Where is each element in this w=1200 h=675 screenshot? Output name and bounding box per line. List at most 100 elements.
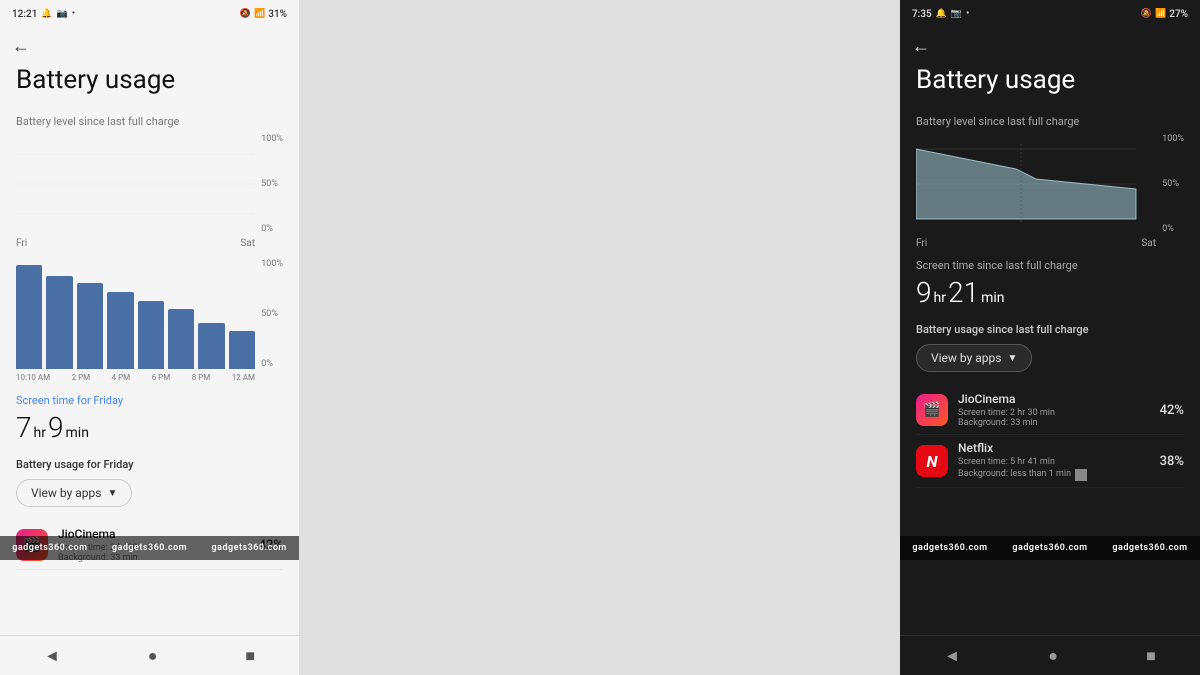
status-bar-left: 12:21 🔔 📷 • 🔕 📶 31% bbox=[0, 0, 299, 28]
app-info-netflix-right: Netflix Screen time: 5 hr 41 min Backgro… bbox=[958, 441, 1160, 481]
battery-level-label-right: Battery level since last full charge bbox=[916, 115, 1184, 128]
instagram-icon: 📷 bbox=[57, 9, 68, 19]
screen-hours-right: 9 bbox=[916, 276, 932, 309]
screen-minutes-left: 9 bbox=[48, 411, 64, 444]
left-phone-content: Battery usage Battery level since last f… bbox=[0, 65, 299, 570]
line-chart-svg-right bbox=[916, 134, 1156, 234]
view-by-apps-label-left: View by apps bbox=[31, 486, 101, 500]
bar-2 bbox=[46, 276, 72, 370]
watermark-text-left2: gadgets360.com bbox=[112, 543, 187, 553]
time-right: 7:35 bbox=[912, 9, 932, 20]
jioCinema-icon-right: 🎬 bbox=[916, 394, 948, 426]
screen-hr-unit-left: hr bbox=[34, 425, 46, 441]
left-phone: 12:21 🔔 📷 • 🔕 📶 31% ← Battery usage Batt… bbox=[0, 0, 300, 675]
screen-hr-unit-right: hr bbox=[934, 290, 946, 306]
notification-icon: 🔔 bbox=[41, 9, 52, 19]
battery-usage-label-right: Battery usage since last full charge bbox=[916, 323, 1184, 336]
nav-bar-right: ◄ ● ■ bbox=[900, 635, 1200, 675]
back-button-right[interactable]: ← bbox=[900, 28, 1200, 65]
back-nav-icon[interactable]: ◄ bbox=[44, 646, 60, 666]
screen-time-label-left: Screen time for Friday bbox=[16, 394, 283, 407]
page-title-right: Battery usage bbox=[916, 65, 1184, 95]
screen-time-label-right: Screen time since last full charge bbox=[916, 259, 1184, 272]
watermark-text-left: gadgets360.com bbox=[12, 543, 87, 553]
bar-7 bbox=[198, 323, 224, 369]
app-info-jioCinema-right: JioCinema Screen time: 2 hr 30 min Backg… bbox=[958, 392, 1160, 428]
wifi-icon: 📶 bbox=[254, 9, 265, 19]
bar-5 bbox=[138, 301, 164, 369]
day-labels-right: Fri Sat bbox=[916, 238, 1184, 249]
mute-icon: 🔕 bbox=[240, 9, 251, 19]
dropdown-arrow-right: ▼ bbox=[1007, 353, 1017, 364]
screen-min-unit-left: min bbox=[66, 425, 89, 441]
back-button-left[interactable]: ← bbox=[0, 28, 299, 65]
line-chart-svg-left bbox=[16, 134, 255, 234]
right-phone: 7:35 🔔 📷 • 🔕 📶 27% ← Battery usage Batte… bbox=[900, 0, 1200, 675]
more-icon: • bbox=[72, 9, 75, 19]
mute-icon-right: 🔕 bbox=[1141, 9, 1152, 19]
app-detail1-jioCinema-right: Screen time: 2 hr 30 min bbox=[958, 408, 1160, 418]
app-item-jioCinema-right: 🎬 JioCinema Screen time: 2 hr 30 min Bac… bbox=[916, 386, 1184, 435]
screen-minutes-right: 21 bbox=[948, 276, 979, 309]
page-title-left: Battery usage bbox=[16, 65, 283, 95]
time-labels-left: 10:10 AM 2 PM 4 PM 6 PM 8 PM 12 AM bbox=[16, 373, 283, 382]
app-detail2-netflix-right: Background: less than 1 min bbox=[958, 467, 1160, 481]
chart-inner-right bbox=[916, 134, 1156, 234]
app-name-netflix-right: Netflix bbox=[958, 441, 1160, 455]
watermark-text-right3: gadgets360.com bbox=[1112, 543, 1187, 553]
screen-hours-left: 7 bbox=[16, 411, 32, 444]
status-bar-right: 7:35 🔔 📷 • 🔕 📶 27% bbox=[900, 0, 1200, 28]
home-nav-icon-right[interactable]: ● bbox=[1048, 646, 1058, 666]
chart-y-labels-right: 100% 50% 0% bbox=[1162, 134, 1184, 234]
watermark-text-right: gadgets360.com bbox=[912, 543, 987, 553]
instagram-icon-right: 📷 bbox=[951, 9, 962, 19]
dropdown-arrow-left: ▼ bbox=[107, 488, 117, 499]
app-name-jioCinema-right: JioCinema bbox=[958, 392, 1160, 406]
watermark-text-left3: gadgets360.com bbox=[212, 543, 287, 553]
view-by-apps-button-left[interactable]: View by apps ▼ bbox=[16, 479, 132, 507]
wifi-icon-right: 📶 bbox=[1155, 9, 1166, 19]
nav-bar-left: ◄ ● ■ bbox=[0, 635, 299, 675]
view-by-apps-button-right[interactable]: View by apps ▼ bbox=[916, 344, 1032, 372]
status-right: 🔕 📶 31% bbox=[240, 9, 287, 20]
bars-area-left bbox=[16, 259, 255, 369]
more-icon-right: • bbox=[966, 9, 969, 19]
day-labels-left: Fri Sat bbox=[16, 238, 283, 249]
status-left-right: 7:35 🔔 📷 • bbox=[912, 9, 969, 20]
watermark-bar-right: gadgets360.com gadgets360.com gadgets360… bbox=[900, 536, 1200, 560]
back-nav-icon-right[interactable]: ◄ bbox=[944, 646, 960, 666]
time-left: 12:21 bbox=[12, 9, 37, 20]
bar-4 bbox=[107, 292, 133, 369]
app-item-netflix-right: N Netflix Screen time: 5 hr 41 min Backg… bbox=[916, 435, 1184, 488]
recents-nav-icon[interactable]: ■ bbox=[245, 646, 255, 666]
view-by-apps-label-right: View by apps bbox=[931, 351, 1001, 365]
app-percent-jioCinema-right: 42% bbox=[1160, 403, 1184, 418]
bar-chart-y-labels-left: 100% 50% 0% bbox=[261, 259, 283, 369]
netflix-icon-right: N bbox=[916, 445, 948, 477]
status-left: 12:21 🔔 📷 • bbox=[12, 9, 75, 20]
battery-line-chart-right: 100% 50% 0% bbox=[916, 134, 1184, 234]
battery-right: 27% bbox=[1169, 9, 1188, 20]
app-percent-netflix-right: 38% bbox=[1160, 454, 1184, 469]
battery-usage-label-left: Battery usage for Friday bbox=[16, 458, 283, 471]
watermark-bar-left: gadgets360.com gadgets360.com gadgets360… bbox=[0, 536, 299, 560]
battery-level-label-left: Battery level since last full charge bbox=[16, 115, 283, 128]
bar-3 bbox=[77, 283, 103, 369]
bar-chart-left: 100% 50% 0% bbox=[16, 259, 283, 369]
notification-icon-right: 🔔 bbox=[936, 9, 947, 19]
watermark-text-right2: gadgets360.com bbox=[1012, 543, 1087, 553]
screen-min-unit-right: min bbox=[981, 290, 1004, 306]
chart-inner-left bbox=[16, 134, 255, 234]
screen-time-value-left: 7 hr 9 min bbox=[16, 411, 283, 444]
right-phone-content: Battery usage Battery level since last f… bbox=[900, 65, 1200, 488]
screen-time-value-right: 9 hr 21 min bbox=[916, 276, 1184, 309]
recents-nav-icon-right[interactable]: ■ bbox=[1146, 646, 1156, 666]
app-detail2-jioCinema-right: Background: 33 min bbox=[958, 418, 1160, 428]
status-right-right: 🔕 📶 27% bbox=[1141, 9, 1188, 20]
battery-left: 31% bbox=[268, 9, 287, 20]
chart-y-labels-left: 100% 50% 0% bbox=[261, 134, 283, 234]
home-nav-icon[interactable]: ● bbox=[148, 646, 158, 666]
battery-line-chart-left: 100% 50% 0% bbox=[16, 134, 283, 234]
app-detail1-netflix-right: Screen time: 5 hr 41 min bbox=[958, 457, 1160, 467]
bar-6 bbox=[168, 309, 194, 370]
